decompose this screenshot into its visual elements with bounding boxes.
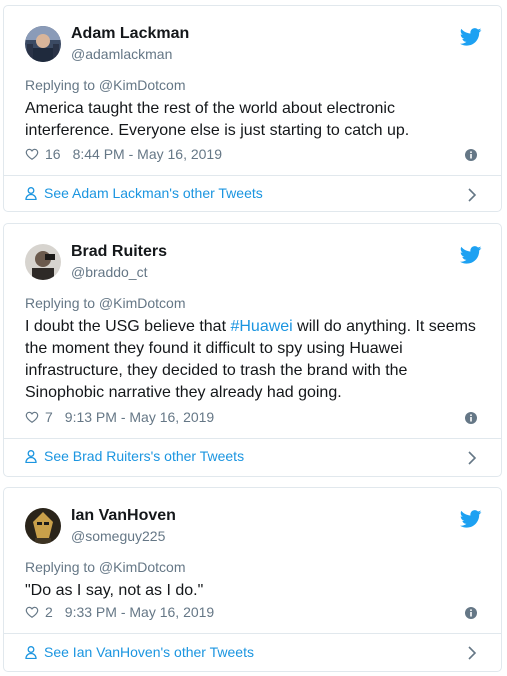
chevron-right-icon[interactable] (467, 646, 477, 660)
person-icon (25, 645, 37, 659)
author-name[interactable]: Adam Lackman (71, 25, 189, 43)
twitter-bird-icon[interactable] (460, 510, 482, 528)
avatar[interactable] (25, 244, 61, 280)
heart-icon[interactable] (25, 147, 39, 161)
see-other-tweets-label[interactable]: See Adam Lackman's other Tweets (44, 185, 263, 201)
twitter-bird-icon[interactable] (460, 246, 482, 264)
replying-to[interactable]: Replying to @KimDotcom (25, 559, 186, 575)
timestamp[interactable]: 9:13 PM - May 16, 2019 (65, 409, 214, 425)
tweet-text: America taught the rest of the world abo… (25, 98, 485, 142)
see-other-tweets-link[interactable]: See Ian VanHoven's other Tweets (25, 644, 254, 660)
author-handle[interactable]: @someguy225 (71, 528, 165, 544)
author-name[interactable]: Ian VanHoven (71, 507, 176, 525)
see-other-tweets-link[interactable]: See Adam Lackman's other Tweets (25, 185, 263, 201)
avatar[interactable] (25, 26, 61, 62)
tweet-text-segment: America taught the rest of the world abo… (25, 100, 410, 139)
tweet-card: Brad Ruiters @braddo_ct Replying to @Kim… (3, 223, 502, 477)
tweet-text-segment: I doubt the USG believe that (25, 318, 231, 335)
replying-to[interactable]: Replying to @KimDotcom (25, 295, 186, 311)
tweet-text: I doubt the USG believe that #Huawei wil… (25, 316, 485, 404)
person-icon (25, 186, 37, 200)
heart-icon[interactable] (25, 410, 39, 424)
author-handle[interactable]: @braddo_ct (71, 264, 147, 280)
divider (4, 175, 501, 176)
tweet-text-segment: "Do as I say, not as I do." (25, 582, 204, 599)
divider (4, 633, 501, 634)
timestamp[interactable]: 9:33 PM - May 16, 2019 (65, 604, 214, 620)
like-count[interactable]: 2 (45, 604, 53, 620)
tweet-text: "Do as I say, not as I do." (25, 580, 485, 602)
tweet-card: Ian VanHoven @someguy225 Replying to @Ki… (3, 487, 502, 672)
tweet-meta: 16 8:44 PM - May 16, 2019 (25, 146, 222, 162)
see-other-tweets-label[interactable]: See Brad Ruiters's other Tweets (44, 448, 244, 464)
author-handle[interactable]: @adamlackman (71, 46, 172, 62)
timestamp[interactable]: 8:44 PM - May 16, 2019 (73, 146, 222, 162)
author-name[interactable]: Brad Ruiters (71, 243, 167, 261)
see-other-tweets-link[interactable]: See Brad Ruiters's other Tweets (25, 448, 244, 464)
like-count[interactable]: 16 (45, 146, 61, 162)
tweet-meta: 2 9:33 PM - May 16, 2019 (25, 604, 214, 620)
person-icon (25, 449, 37, 463)
tweet-feed: Adam Lackman @adamlackman Replying to @K… (0, 0, 507, 676)
info-icon[interactable] (465, 149, 477, 161)
chevron-right-icon[interactable] (467, 188, 477, 202)
chevron-right-icon[interactable] (467, 451, 477, 465)
replying-to[interactable]: Replying to @KimDotcom (25, 77, 186, 93)
info-icon[interactable] (465, 607, 477, 619)
info-icon[interactable] (465, 412, 477, 424)
like-count[interactable]: 7 (45, 409, 53, 425)
see-other-tweets-label[interactable]: See Ian VanHoven's other Tweets (44, 644, 254, 660)
twitter-bird-icon[interactable] (460, 28, 482, 46)
avatar[interactable] (25, 508, 61, 544)
tweet-card: Adam Lackman @adamlackman Replying to @K… (3, 5, 502, 212)
heart-icon[interactable] (25, 605, 39, 619)
divider (4, 438, 501, 439)
hashtag-link[interactable]: #Huawei (230, 318, 292, 335)
tweet-meta: 7 9:13 PM - May 16, 2019 (25, 409, 214, 425)
